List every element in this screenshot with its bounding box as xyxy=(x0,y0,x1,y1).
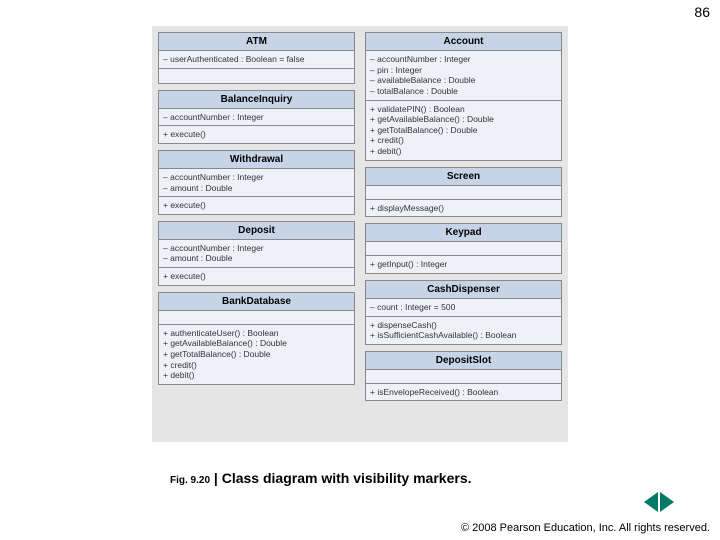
operation-line: + validatePIN() : Boolean xyxy=(370,104,557,115)
operation-line: + execute() xyxy=(163,271,350,282)
operation-line: + isEnvelopeReceived() : Boolean xyxy=(370,387,557,398)
class-attributes: – accountNumber : Integer– pin : Integer… xyxy=(366,51,561,101)
class-attributes: – accountNumber : Integer xyxy=(159,109,354,127)
uml-class-diagram: ATM – userAuthenticated : Boolean = false… xyxy=(152,26,568,442)
class-name: Keypad xyxy=(366,224,561,242)
class-box: Keypad + getInput() : Integer xyxy=(365,223,562,274)
class-attributes: – accountNumber : Integer– amount : Doub… xyxy=(159,240,354,268)
figure-number: Fig. 9.20 xyxy=(170,475,210,486)
class-operations: + execute() xyxy=(159,268,354,285)
operation-line: + credit() xyxy=(163,360,350,371)
attribute-line: – totalBalance : Double xyxy=(370,86,557,97)
class-box: BalanceInquiry – accountNumber : Integer +… xyxy=(158,90,355,144)
operation-line: + dispenseCash() xyxy=(370,320,557,331)
page-number: 86 xyxy=(694,4,710,20)
class-name: BankDatabase xyxy=(159,293,354,311)
class-box: Deposit– accountNumber : Integer– amount… xyxy=(158,221,355,286)
class-name: ATM xyxy=(159,33,354,51)
operation-line: + getTotalBalance() : Double xyxy=(370,125,557,136)
class-box: ATM – userAuthenticated : Boolean = false xyxy=(158,32,355,84)
class-operations: + authenticateUser() : Boolean+ getAvail… xyxy=(159,325,354,384)
class-name: CashDispenser xyxy=(366,281,561,299)
class-box: BankDatabase + authenticateUser() : Boole… xyxy=(158,292,355,385)
class-operations: + execute() xyxy=(159,197,354,214)
class-attributes xyxy=(366,242,561,256)
class-operations: + dispenseCash()+ isSufficientCashAvaila… xyxy=(366,317,561,344)
attribute-line: – pin : Integer xyxy=(370,65,557,76)
class-operations: + execute() xyxy=(159,126,354,143)
operation-line: + credit() xyxy=(370,135,557,146)
class-attributes xyxy=(366,370,561,384)
nav-arrows xyxy=(644,492,674,512)
class-name: Screen xyxy=(366,168,561,186)
class-operations xyxy=(159,69,354,83)
attribute-line: – accountNumber : Integer xyxy=(163,112,350,123)
diagram-column-right: Account– accountNumber : Integer– pin : … xyxy=(365,32,562,436)
class-box: Withdrawal– accountNumber : Integer– amo… xyxy=(158,150,355,215)
operation-line: + getTotalBalance() : Double xyxy=(163,349,350,360)
operation-line: + execute() xyxy=(163,129,350,140)
class-name: Account xyxy=(366,33,561,51)
operation-line: + getInput() : Integer xyxy=(370,259,557,270)
copyright-footer: © 2008 Pearson Education, Inc. All right… xyxy=(461,522,710,534)
attribute-line: – accountNumber : Integer xyxy=(163,243,350,254)
attribute-line: – amount : Double xyxy=(163,183,350,194)
class-operations: + getInput() : Integer xyxy=(366,256,561,273)
attribute-line: – accountNumber : Integer xyxy=(370,54,557,65)
class-attributes: – accountNumber : Integer– amount : Doub… xyxy=(159,169,354,197)
class-operations: + validatePIN() : Boolean+ getAvailableB… xyxy=(366,101,561,160)
attribute-line: – userAuthenticated : Boolean = false xyxy=(163,54,350,65)
class-name: Withdrawal xyxy=(159,151,354,169)
attribute-line: – accountNumber : Integer xyxy=(163,172,350,183)
operation-line: + getAvailableBalance() : Double xyxy=(370,114,557,125)
figure-title: Class diagram with visibility markers. xyxy=(222,470,472,486)
class-attributes xyxy=(159,311,354,325)
operation-line: + authenticateUser() : Boolean xyxy=(163,328,350,339)
attribute-line: – amount : Double xyxy=(163,253,350,264)
class-operations: + isEnvelopeReceived() : Boolean xyxy=(366,384,561,401)
figure-separator: | xyxy=(210,470,222,486)
class-attributes: – userAuthenticated : Boolean = false xyxy=(159,51,354,69)
arrow-right-icon[interactable] xyxy=(660,492,674,512)
attribute-line: – availableBalance : Double xyxy=(370,75,557,86)
operation-line: + getAvailableBalance() : Double xyxy=(163,338,350,349)
arrow-left-icon[interactable] xyxy=(644,492,658,512)
class-operations: + displayMessage() xyxy=(366,200,561,217)
class-box: Account– accountNumber : Integer– pin : … xyxy=(365,32,562,161)
diagram-column-left: ATM – userAuthenticated : Boolean = false… xyxy=(158,32,355,436)
class-name: BalanceInquiry xyxy=(159,91,354,109)
class-name: Deposit xyxy=(159,222,354,240)
operation-line: + displayMessage() xyxy=(370,203,557,214)
figure-caption: Fig. 9.20 | Class diagram with visibilit… xyxy=(170,470,472,486)
operation-line: + debit() xyxy=(163,370,350,381)
class-name: DepositSlot xyxy=(366,352,561,370)
class-box: Screen + displayMessage() xyxy=(365,167,562,218)
operation-line: + isSufficientCashAvailable() : Boolean xyxy=(370,330,557,341)
operation-line: + execute() xyxy=(163,200,350,211)
class-box: CashDispenser – count : Integer = 500 + di… xyxy=(365,280,562,345)
operation-line: + debit() xyxy=(370,146,557,157)
attribute-line: – count : Integer = 500 xyxy=(370,302,557,313)
class-attributes: – count : Integer = 500 xyxy=(366,299,561,317)
class-box: DepositSlot + isEnvelopeReceived() : Bool… xyxy=(365,351,562,402)
class-attributes xyxy=(366,186,561,200)
